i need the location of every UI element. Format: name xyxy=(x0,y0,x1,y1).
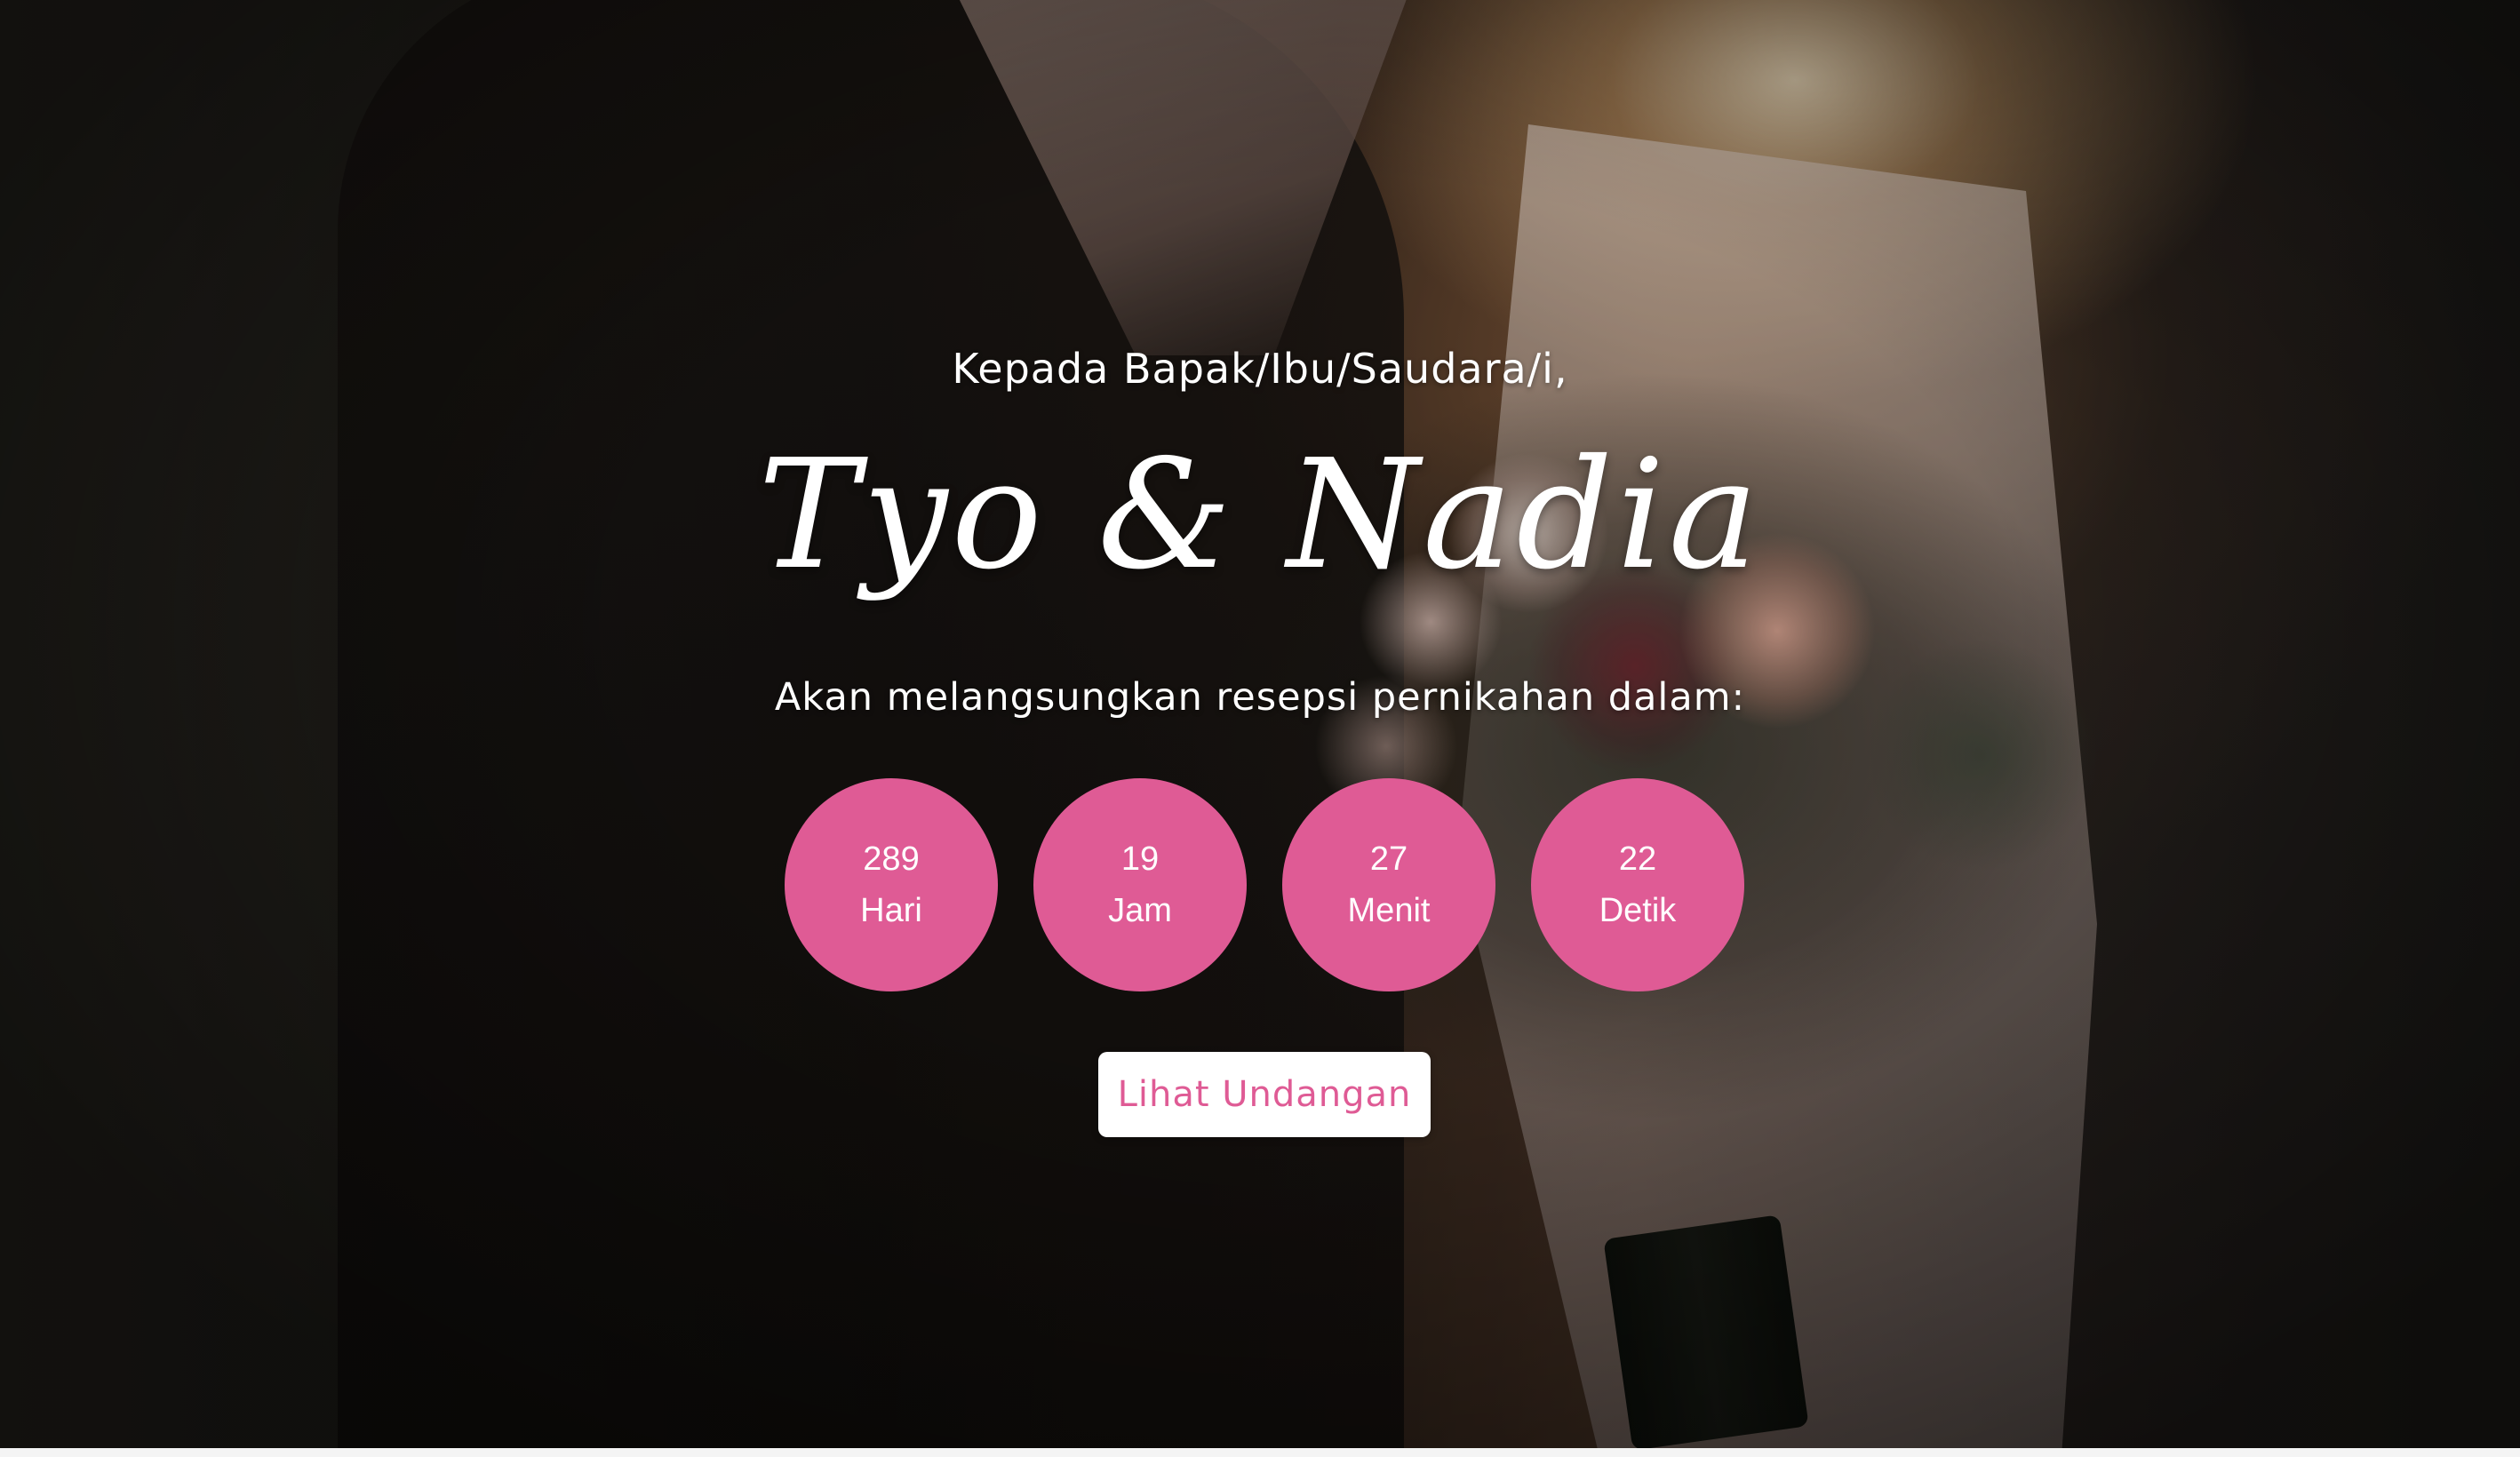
countdown-timer: 289 Hari 19 Jam 27 Menit 22 Detik xyxy=(785,778,1744,991)
countdown-unit: Detik xyxy=(1599,892,1677,929)
view-invitation-button[interactable]: Lihat Undangan xyxy=(1098,1052,1431,1137)
couple-names: Tyo & Nadia xyxy=(758,427,1762,603)
greeting-text: Kepada Bapak/Ibu/Saudara/i, xyxy=(952,345,1568,393)
countdown-unit: Hari xyxy=(860,892,922,929)
countdown-unit: Jam xyxy=(1108,892,1172,929)
countdown-value: 27 xyxy=(1369,840,1408,878)
countdown-value: 19 xyxy=(1120,840,1160,878)
hero-content: Kepada Bapak/Ibu/Saudara/i, Tyo & Nadia … xyxy=(0,0,2520,1448)
reception-subtitle: Akan melangsungkan resepsi pernikahan da… xyxy=(774,675,1746,720)
countdown-seconds: 22 Detik xyxy=(1531,778,1744,991)
countdown-value: 22 xyxy=(1618,840,1657,878)
countdown-days: 289 Hari xyxy=(785,778,998,991)
countdown-value: 289 xyxy=(863,840,920,878)
countdown-unit: Menit xyxy=(1347,892,1431,929)
countdown-minutes: 27 Menit xyxy=(1282,778,1495,991)
countdown-hours: 19 Jam xyxy=(1033,778,1247,991)
page-bottom-edge xyxy=(0,1448,2520,1457)
